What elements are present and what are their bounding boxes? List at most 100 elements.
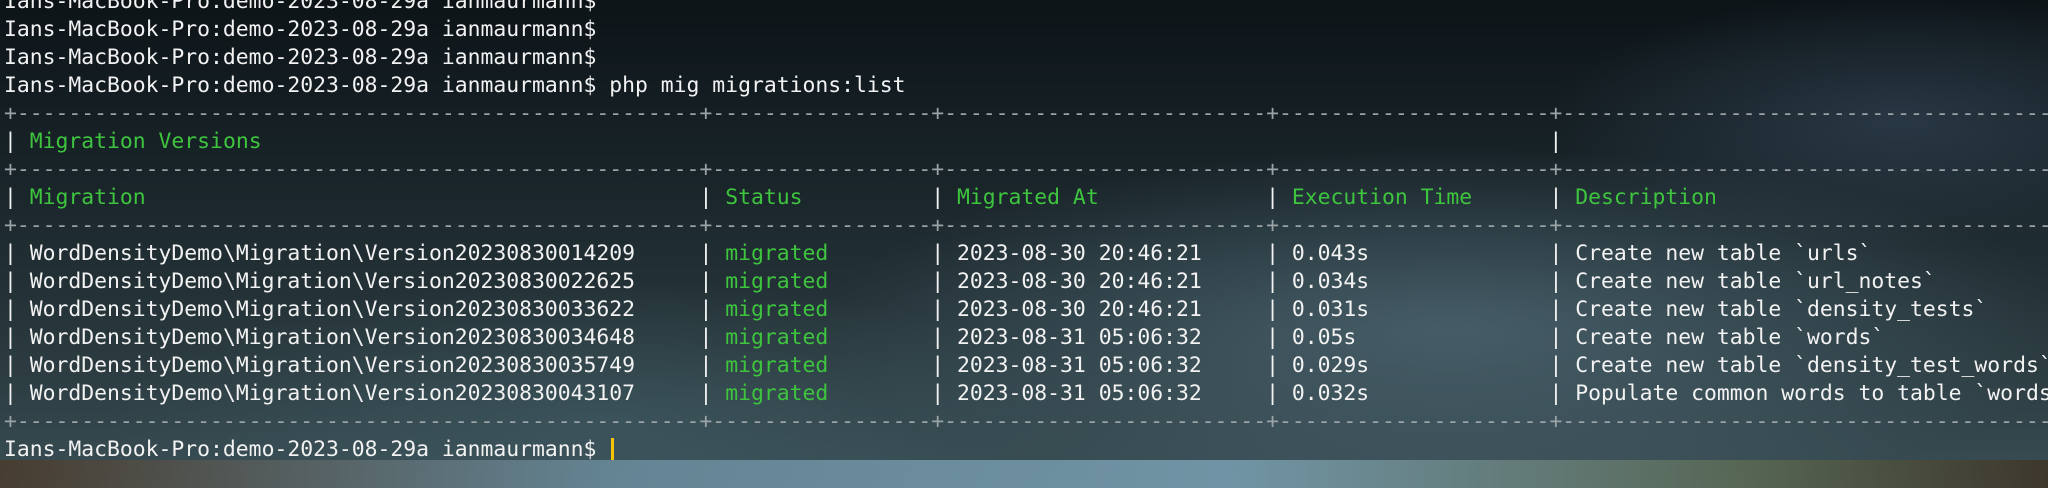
status-cell: migrated — [725, 269, 919, 294]
migration-name: WordDensityDemo\Migration\Version2023083… — [29, 353, 687, 378]
table-border: +---------------------------------------… — [4, 157, 2048, 182]
table-pipe: | — [686, 185, 726, 210]
table-pipe: | — [918, 241, 958, 266]
text-cursor — [611, 438, 615, 460]
description-cell: Create new table `density_test_words` — [1575, 353, 2048, 378]
migrated-at-cell: 2023-08-31 05:06:32 — [957, 325, 1254, 350]
shell-prompt: Ians-MacBook-Pro:demo-2023-08-29a ianmau… — [4, 73, 610, 98]
table-header-border: +---------------------------------------… — [4, 156, 2048, 184]
execution-time-cell: 0.032s — [1291, 381, 1537, 406]
migration-name: WordDensityDemo\Migration\Version2023083… — [29, 381, 687, 406]
table-row: | WordDensityDemo\Migration\Version20230… — [4, 240, 2048, 268]
table-pipe: | — [918, 353, 958, 378]
table-pipe: | — [918, 297, 958, 322]
column-header: Migrated At — [957, 185, 1254, 210]
table-pipe: | — [1253, 269, 1292, 294]
table-pipe: | — [1536, 381, 1576, 406]
table-title: Migration Versions — [29, 129, 1537, 154]
prompt-line: Ians-MacBook-Pro:demo-2023-08-29a ianmau… — [4, 44, 2048, 72]
table-pipe: | — [4, 297, 30, 322]
table-pipe: | — [1253, 325, 1292, 350]
column-header: Description — [1575, 185, 2048, 210]
description-cell: Create new table `url_notes` — [1575, 269, 2048, 294]
table-pipe: | — [4, 381, 30, 406]
table-pipe: | — [4, 241, 30, 266]
table-pipe: | — [4, 129, 30, 154]
table-pipe: | — [918, 381, 958, 406]
shell-command: php mig migrations:list — [609, 73, 906, 98]
table-border: +---------------------------------------… — [4, 213, 2048, 238]
table-row: | WordDensityDemo\Migration\Version20230… — [4, 352, 2048, 380]
table-pipe: | — [1536, 185, 1576, 210]
table-pipe: | — [4, 269, 30, 294]
execution-time-cell: 0.043s — [1291, 241, 1537, 266]
table-pipe: | — [686, 269, 726, 294]
table-pipe: | — [918, 185, 958, 210]
table-pipe: | — [1253, 297, 1292, 322]
table-row: | WordDensityDemo\Migration\Version20230… — [4, 296, 2048, 324]
status-cell: migrated — [725, 325, 919, 350]
command-line: Ians-MacBook-Pro:demo-2023-08-29a ianmau… — [4, 72, 2048, 100]
table-bottom-border: +---------------------------------------… — [4, 408, 2048, 436]
table-pipe: | — [1253, 353, 1292, 378]
status-cell: migrated — [725, 381, 919, 406]
table-pipe: | — [4, 325, 30, 350]
table-pipe: | — [686, 325, 726, 350]
active-prompt-line: Ians-MacBook-Pro:demo-2023-08-29a ianmau… — [4, 436, 2048, 460]
terminal-window[interactable]: Ians-MacBook-Pro:demo-2023-08-29a ianmau… — [0, 0, 2048, 460]
table-pipe: | — [1536, 325, 1576, 350]
column-header: Execution Time — [1291, 185, 1537, 210]
table-header-row: | Migration | Status | Migrated At | Exe… — [4, 184, 2048, 212]
table-pipe: | — [1536, 269, 1576, 294]
execution-time-cell: 0.031s — [1291, 297, 1537, 322]
table-pipe: | — [4, 353, 30, 378]
shell-prompt: Ians-MacBook-Pro:demo-2023-08-29a ianmau… — [4, 437, 610, 460]
table-pipe: | — [1253, 241, 1292, 266]
table-pipe: | — [918, 269, 958, 294]
terminal-output: Ians-MacBook-Pro:demo-2023-08-29a ianmau… — [4, 0, 2048, 460]
description-cell: Create new table `density_tests` — [1575, 297, 2048, 322]
migrated-at-cell: 2023-08-30 20:46:21 — [957, 241, 1254, 266]
status-cell: migrated — [725, 297, 919, 322]
table-pipe: | — [1253, 381, 1292, 406]
column-header: Status — [725, 185, 919, 210]
migrated-at-cell: 2023-08-30 20:46:21 — [957, 269, 1254, 294]
migration-name: WordDensityDemo\Migration\Version2023083… — [29, 241, 687, 266]
table-pipe: | — [1536, 297, 1576, 322]
description-cell: Create new table `words` — [1575, 325, 2048, 350]
desktop-wallpaper-strip — [0, 460, 2048, 488]
table-row: | WordDensityDemo\Migration\Version20230… — [4, 268, 2048, 296]
migrated-at-cell: 2023-08-31 05:06:32 — [957, 381, 1254, 406]
table-pipe: | — [4, 185, 30, 210]
prompt-line: Ians-MacBook-Pro:demo-2023-08-29a ianmau… — [4, 16, 2048, 44]
migration-name: WordDensityDemo\Migration\Version2023083… — [29, 269, 687, 294]
description-cell: Create new table `urls` — [1575, 241, 2048, 266]
table-pipe: | — [686, 353, 726, 378]
table-pipe: | — [686, 241, 726, 266]
execution-time-cell: 0.05s — [1291, 325, 1537, 350]
table-pipe: | — [1536, 241, 1576, 266]
table-pipe: | — [1536, 353, 1576, 378]
table-border: +---------------------------------------… — [4, 409, 2048, 434]
table-pipe: | — [686, 297, 726, 322]
table-border: +---------------------------------------… — [4, 101, 2048, 126]
table-pipe: | — [686, 381, 726, 406]
table-title-row: | Migration Versions | | — [4, 128, 2048, 156]
table-pipe: | | — [1549, 129, 1563, 154]
table-top-border: +---------------------------------------… — [4, 100, 2048, 128]
shell-prompt: Ians-MacBook-Pro:demo-2023-08-29a ianmau… — [4, 0, 597, 14]
column-header: Migration — [29, 185, 687, 210]
table-pipe: | — [1253, 185, 1292, 210]
description-cell: Populate common words to table `words` — [1575, 381, 2048, 406]
shell-prompt: Ians-MacBook-Pro:demo-2023-08-29a ianmau… — [4, 45, 597, 70]
migrated-at-cell: 2023-08-30 20:46:21 — [957, 297, 1254, 322]
status-cell: migrated — [725, 241, 919, 266]
table-row: | WordDensityDemo\Migration\Version20230… — [4, 380, 2048, 408]
table-row: | WordDensityDemo\Migration\Version20230… — [4, 324, 2048, 352]
migration-name: WordDensityDemo\Migration\Version2023083… — [29, 325, 687, 350]
migration-name: WordDensityDemo\Migration\Version2023083… — [29, 297, 687, 322]
execution-time-cell: 0.029s — [1291, 353, 1537, 378]
table-pipe: | — [918, 325, 958, 350]
migrated-at-cell: 2023-08-31 05:06:32 — [957, 353, 1254, 378]
prompt-line: Ians-MacBook-Pro:demo-2023-08-29a ianmau… — [4, 0, 2048, 16]
